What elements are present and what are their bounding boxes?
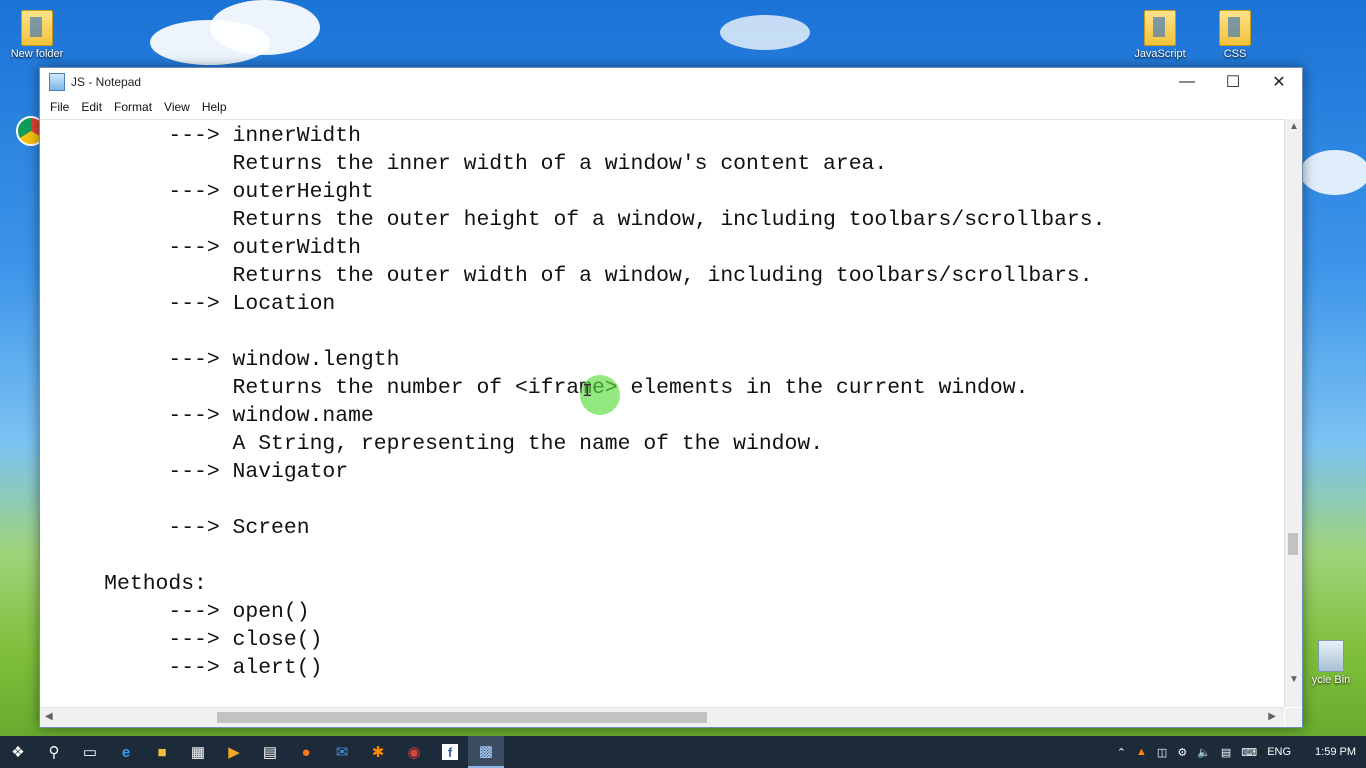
desktop-icon-css[interactable]: CSS xyxy=(1200,10,1270,60)
search-icon[interactable]: ⚲ xyxy=(36,736,72,768)
text-line: ---> innerWidth xyxy=(40,124,361,148)
burst-icon[interactable]: ✱ xyxy=(360,736,396,768)
notepad-taskbar-button[interactable]: ▩ xyxy=(468,736,504,768)
close-icon: ✕ xyxy=(1272,74,1286,91)
menu-bar: File Edit Format View Help xyxy=(40,96,1302,118)
desktop-icon-label: JavaScript xyxy=(1134,48,1186,60)
folder-icon xyxy=(21,10,53,46)
cloud xyxy=(210,0,320,55)
window-title: JS - Notepad xyxy=(71,75,142,89)
system-tray: ⌃ ▲ ◫ ⚙ 🔈 ▤ ⌨ ENG 1:59 PM xyxy=(1117,746,1366,759)
folder-icon xyxy=(1144,10,1176,46)
scroll-up-arrow-icon[interactable]: ▲ xyxy=(1289,121,1299,132)
text-cursor-icon: I xyxy=(582,382,593,402)
notepad-icon xyxy=(49,73,65,91)
desktop-icon-recycle-bin[interactable]: ycle Bin xyxy=(1296,640,1366,686)
network-icon[interactable]: ◫ xyxy=(1157,746,1167,759)
text-line: Returns the inner width of a window's co… xyxy=(40,152,888,176)
maximize-icon: ☐ xyxy=(1225,74,1241,91)
desktop-icon-label: New folder xyxy=(10,48,64,60)
title-bar[interactable]: JS - Notepad — ☐ ✕ xyxy=(40,68,1302,96)
desktop-icon-label: ycle Bin xyxy=(1311,674,1351,686)
minimize-icon: — xyxy=(1179,73,1195,90)
text-line: A String, representing the name of the w… xyxy=(40,432,824,456)
menu-format[interactable]: Format xyxy=(108,100,158,114)
text-line: Methods: xyxy=(40,572,207,596)
menu-help[interactable]: Help xyxy=(196,100,233,114)
text-line: Returns the outer width of a window, inc… xyxy=(40,264,1093,288)
notepad-window: JS - Notepad — ☐ ✕ File Edit Format View… xyxy=(39,67,1303,728)
text-line: Returns the number of <iframe> elements … xyxy=(40,376,1029,400)
close-button[interactable]: ✕ xyxy=(1256,68,1302,96)
chevron-up-icon[interactable]: ⌃ xyxy=(1117,746,1126,759)
menu-file[interactable]: File xyxy=(44,100,75,114)
text-line: ---> window.name xyxy=(40,404,374,428)
text-line: ---> Screen xyxy=(40,516,310,540)
scrollbar-corner xyxy=(1285,708,1302,727)
facebook-icon[interactable]: f xyxy=(442,744,458,760)
vertical-scrollbar[interactable]: ▲ ▼ xyxy=(1284,119,1302,707)
taskbar: ❖ ⚲ ▭ e ■ ▦ ▶ ▤ ● ✉ ✱ ◉ f ▩ ⌃ ▲ ◫ ⚙ 🔈 ▤ … xyxy=(0,736,1366,768)
language-indicator[interactable]: ENG xyxy=(1267,746,1291,758)
text-line: ---> alert() xyxy=(40,656,323,680)
outlook-icon[interactable]: ✉ xyxy=(324,736,360,768)
maximize-button[interactable]: ☐ xyxy=(1210,68,1256,96)
horizontal-scroll-thumb[interactable] xyxy=(217,712,707,723)
cloud xyxy=(1300,150,1366,195)
chrome-icon[interactable]: ◉ xyxy=(396,736,432,768)
film-icon[interactable]: ▤ xyxy=(252,736,288,768)
text-line: Returns the outer height of a window, in… xyxy=(40,208,1106,232)
text-line: ---> close() xyxy=(40,628,323,652)
scroll-right-arrow-icon[interactable]: ▶ xyxy=(1268,711,1276,722)
text-line: ---> open() xyxy=(40,600,310,624)
notification-icon[interactable]: ▤ xyxy=(1221,746,1231,759)
clock[interactable]: 1:59 PM xyxy=(1315,746,1356,758)
text-editor[interactable]: ---> innerWidth Returns the inner width … xyxy=(40,119,1284,708)
cloud xyxy=(720,15,810,50)
firefox-icon[interactable]: ● xyxy=(288,736,324,768)
menu-view[interactable]: View xyxy=(158,100,196,114)
file-explorer-icon[interactable]: ■ xyxy=(144,736,180,768)
minimize-button[interactable]: — xyxy=(1164,68,1210,96)
power-icon[interactable]: ⚙ xyxy=(1177,746,1187,759)
keyboard-icon[interactable]: ⌨ xyxy=(1241,746,1257,759)
recycle-bin-icon xyxy=(1318,640,1344,672)
desktop-icon-javascript[interactable]: JavaScript xyxy=(1125,10,1195,60)
horizontal-scrollbar[interactable]: ◀ ▶ xyxy=(40,707,1284,727)
scroll-left-arrow-icon[interactable]: ◀ xyxy=(45,711,53,722)
menu-edit[interactable]: Edit xyxy=(75,100,108,114)
text-line: ---> Location xyxy=(40,292,336,316)
task-view-icon[interactable]: ▭ xyxy=(72,736,108,768)
vlc-icon[interactable]: ▲ xyxy=(1136,746,1147,758)
volume-icon[interactable]: 🔈 xyxy=(1197,746,1211,759)
scroll-down-arrow-icon[interactable]: ▼ xyxy=(1289,674,1299,685)
text-line: ---> outerWidth xyxy=(40,236,361,260)
desktop-icon-label: CSS xyxy=(1223,48,1247,60)
text-line: ---> window.length xyxy=(40,348,400,372)
store-icon[interactable]: ▦ xyxy=(180,736,216,768)
text-line: ---> outerHeight xyxy=(40,180,374,204)
vertical-scroll-thumb[interactable] xyxy=(1288,533,1298,555)
edge-icon[interactable]: e xyxy=(108,736,144,768)
folder-icon xyxy=(1219,10,1251,46)
windows-start-icon[interactable]: ❖ xyxy=(0,736,36,768)
text-line: ---> Navigator xyxy=(40,460,349,484)
desktop-icon-new-folder[interactable]: New folder xyxy=(2,10,72,60)
media-player-icon[interactable]: ▶ xyxy=(216,736,252,768)
